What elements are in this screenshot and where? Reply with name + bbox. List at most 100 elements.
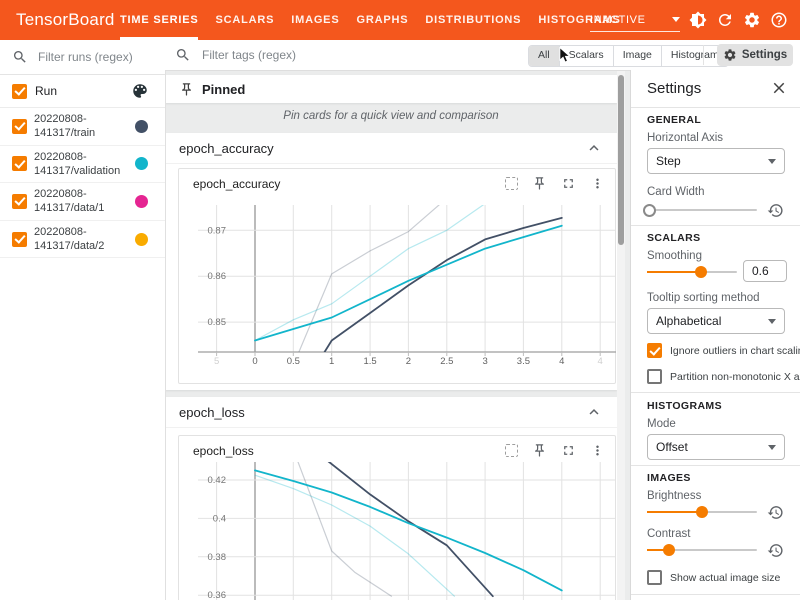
x-tick-label: 0.5 <box>287 356 300 367</box>
ignore-outliers-checkbox[interactable] <box>647 343 662 358</box>
status-select[interactable]: INACTIVE <box>590 9 680 32</box>
tab-time-series[interactable]: TIME SERIES <box>120 0 198 40</box>
run-checkbox[interactable] <box>12 194 27 209</box>
fit-to-data-icon[interactable] <box>505 177 518 190</box>
status-select-value: INACTIVE <box>590 14 646 26</box>
chevron-up-icon[interactable] <box>585 403 603 421</box>
chevron-up-icon[interactable] <box>585 139 603 157</box>
series-line <box>297 462 391 596</box>
settings-gear-icon[interactable] <box>743 11 761 29</box>
app-header: TensorBoard TIME SERIES SCALARS IMAGES GRAP… <box>0 0 800 40</box>
fullscreen-icon[interactable] <box>561 443 576 458</box>
filter-button-image[interactable]: Image <box>613 46 661 66</box>
histogram-mode-select[interactable]: Offset <box>647 434 785 460</box>
scrollbar-thumb[interactable] <box>618 75 624 245</box>
refresh-icon[interactable] <box>716 11 734 29</box>
filter-button-all[interactable]: All <box>529 46 559 66</box>
series-line <box>255 475 454 596</box>
horizontal-axis-select[interactable]: Step <box>647 148 785 174</box>
fullscreen-icon[interactable] <box>561 176 576 191</box>
histograms-heading: HISTOGRAMS <box>647 400 722 412</box>
more-options-icon[interactable] <box>590 176 605 191</box>
brightness-slider-thumb[interactable] <box>696 506 708 518</box>
run-list: 20220808-141317/train 20220808-141317/val… <box>0 108 165 258</box>
brightness-icon[interactable] <box>689 11 707 29</box>
settings-button[interactable]: Settings <box>717 44 793 66</box>
run-checkbox[interactable] <box>12 119 27 134</box>
smoothing-slider-thumb[interactable] <box>695 266 707 278</box>
palette-icon[interactable] <box>131 82 149 100</box>
more-options-icon[interactable] <box>590 443 605 458</box>
horizontal-axis-value: Step <box>656 154 681 168</box>
tooltip-sort-value: Alphabetical <box>656 314 721 328</box>
card-width-slider-thumb[interactable] <box>643 204 656 217</box>
partition-x-axis-label: Partition non-monotonic X axis <box>670 371 800 383</box>
search-icon <box>175 47 191 63</box>
reset-icon[interactable] <box>767 202 784 219</box>
x-tick-label: 3.5 <box>517 356 530 367</box>
app-title: TensorBoard <box>16 0 115 40</box>
runs-sidebar: Run 20220808-141317/train20220808-141317… <box>0 40 166 600</box>
images-heading: IMAGES <box>647 472 691 484</box>
contrast-slider-thumb[interactable] <box>663 544 675 556</box>
tab-images[interactable]: IMAGES <box>291 0 339 40</box>
histogram-mode-label: Mode <box>647 418 676 430</box>
card-width-label: Card Width <box>647 186 705 198</box>
card-width-slider[interactable] <box>647 209 757 211</box>
run-row[interactable]: 20220808-141317/data/1 <box>0 183 165 221</box>
run-label: 20220808-141317/train <box>34 112 126 141</box>
run-filter-input[interactable] <box>36 49 150 65</box>
run-color-dot[interactable] <box>135 120 148 133</box>
card-title: epoch_accuracy <box>193 177 280 191</box>
pin-icon[interactable] <box>532 176 547 191</box>
show-actual-size-row[interactable]: Show actual image size <box>647 570 780 585</box>
chart-epoch_accuracy[interactable]: 0.850.860.87500.511.522.533.544 <box>178 196 616 384</box>
pin-icon[interactable] <box>532 443 547 458</box>
nav-tabs: TIME SERIES SCALARS IMAGES GRAPHS DISTRIBUTI… <box>120 0 621 40</box>
tag-group-header[interactable]: epoch_accuracy <box>165 133 617 164</box>
pinned-bar: Pinned <box>165 75 617 103</box>
run-checkbox[interactable] <box>12 232 27 247</box>
run-row[interactable]: 20220808-141317/data/2 <box>0 221 165 259</box>
ignore-outliers-row[interactable]: Ignore outliers in chart scaling <box>647 343 800 358</box>
run-color-dot[interactable] <box>135 195 148 208</box>
smoothing-label: Smoothing <box>647 250 702 262</box>
chart-epoch_loss[interactable]: 0.420.40.380.36 <box>178 462 616 600</box>
run-filter <box>0 40 165 75</box>
tag-group-title: epoch_loss <box>179 405 245 420</box>
run-row[interactable]: 20220808-141317/validation <box>0 146 165 184</box>
help-icon[interactable] <box>770 11 788 29</box>
tab-distributions[interactable]: DISTRIBUTIONS <box>425 0 521 40</box>
x-tick-label: 3 <box>482 356 487 367</box>
run-list-header-label: Run <box>35 84 57 98</box>
series-line <box>326 462 493 596</box>
tag-filter-input[interactable] <box>200 47 384 63</box>
tooltip-sort-select[interactable]: Alphabetical <box>647 308 785 334</box>
run-color-dot[interactable] <box>135 233 148 246</box>
partition-x-axis-row[interactable]: Partition non-monotonic X axis ? <box>647 369 800 384</box>
divider <box>631 107 800 108</box>
y-tick-label: 0.38 <box>208 552 227 563</box>
tag-toolbar: AllScalarsImageHistogram Settings <box>165 40 800 71</box>
reset-icon[interactable] <box>767 504 784 521</box>
run-color-dot[interactable] <box>135 157 148 170</box>
run-checkbox[interactable] <box>12 156 27 171</box>
filter-button-scalars[interactable]: Scalars <box>559 46 613 66</box>
run-row[interactable]: 20220808-141317/train <box>0 108 165 146</box>
divider <box>631 594 800 595</box>
brightness-label: Brightness <box>647 490 701 502</box>
tab-graphs[interactable]: GRAPHS <box>356 0 408 40</box>
tag-group-header[interactable]: epoch_loss <box>165 397 617 428</box>
fit-to-data-icon[interactable] <box>505 444 518 457</box>
close-icon[interactable] <box>770 79 788 97</box>
smoothing-value-input[interactable] <box>743 260 787 282</box>
run-select-all-checkbox[interactable] <box>12 84 27 99</box>
horizontal-axis-label: Horizontal Axis <box>647 132 723 144</box>
show-actual-size-checkbox[interactable] <box>647 570 662 585</box>
show-actual-size-label: Show actual image size <box>670 572 780 584</box>
tab-scalars[interactable]: SCALARS <box>215 0 274 40</box>
card-title: epoch_loss <box>193 444 254 458</box>
reset-icon[interactable] <box>767 542 784 559</box>
partition-x-axis-checkbox[interactable] <box>647 369 662 384</box>
smoothing-slider[interactable] <box>647 271 737 273</box>
